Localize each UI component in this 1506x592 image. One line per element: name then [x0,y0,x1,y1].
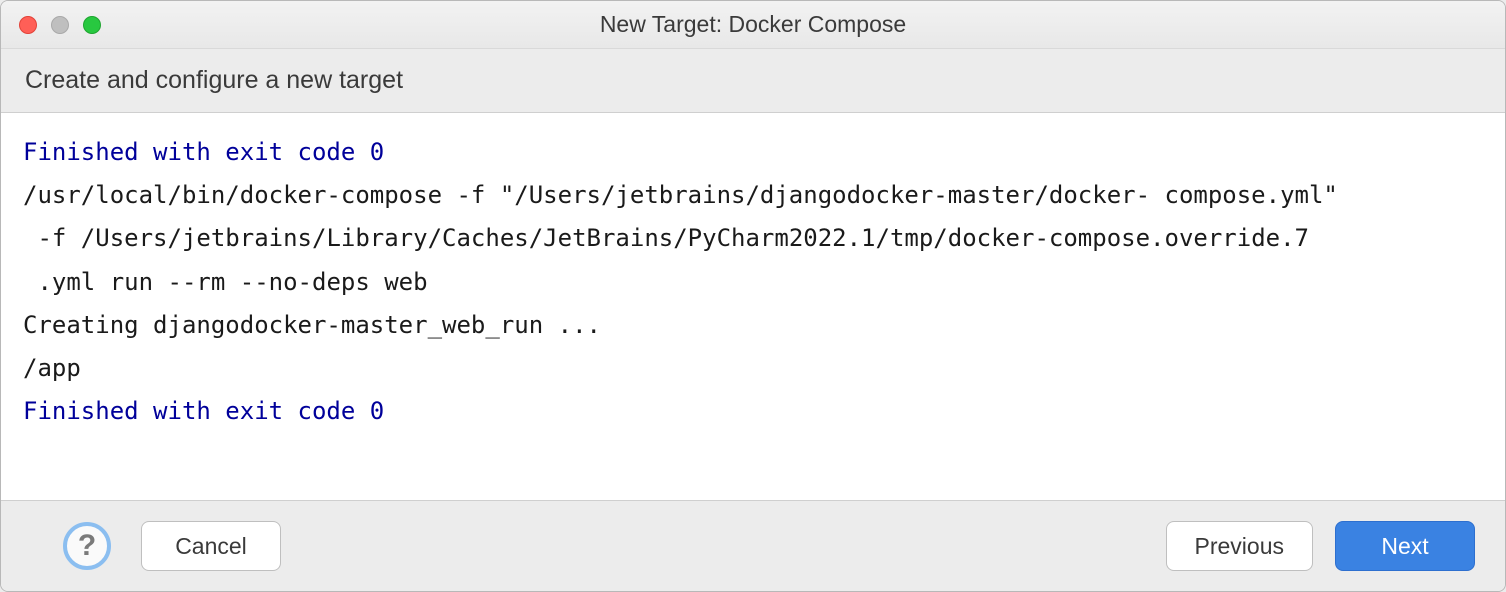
help-icon[interactable]: ? [63,522,111,570]
maximize-icon[interactable] [83,16,101,34]
console-line-exit-2: Finished with exit code 0 [23,397,384,425]
console-line-cmd-2: -f /Users/jetbrains/Library/Caches/JetBr… [23,224,1309,252]
close-icon[interactable] [19,16,37,34]
console-line-cmd-3: .yml run --rm --no-deps web [23,268,428,296]
console-line-exit-1: Finished with exit code 0 [23,138,384,166]
previous-button[interactable]: Previous [1166,521,1313,571]
console-output: Finished with exit code 0 /usr/local/bin… [1,113,1505,501]
dialog-window: New Target: Docker Compose Create and co… [0,0,1506,592]
next-button[interactable]: Next [1335,521,1475,571]
minimize-icon[interactable] [51,16,69,34]
console-line-creating: Creating djangodocker-master_web_run ... [23,311,601,339]
dialog-subtitle: Create and configure a new target [1,49,1505,113]
cancel-button[interactable]: Cancel [141,521,281,571]
window-title: New Target: Docker Compose [600,11,906,38]
titlebar: New Target: Docker Compose [1,1,1505,49]
console-line-path: /app [23,354,81,382]
traffic-lights [19,16,101,34]
console-line-cmd-1: /usr/local/bin/docker-compose -f "/Users… [23,181,1338,209]
dialog-footer: ? Cancel Previous Next [1,501,1505,591]
